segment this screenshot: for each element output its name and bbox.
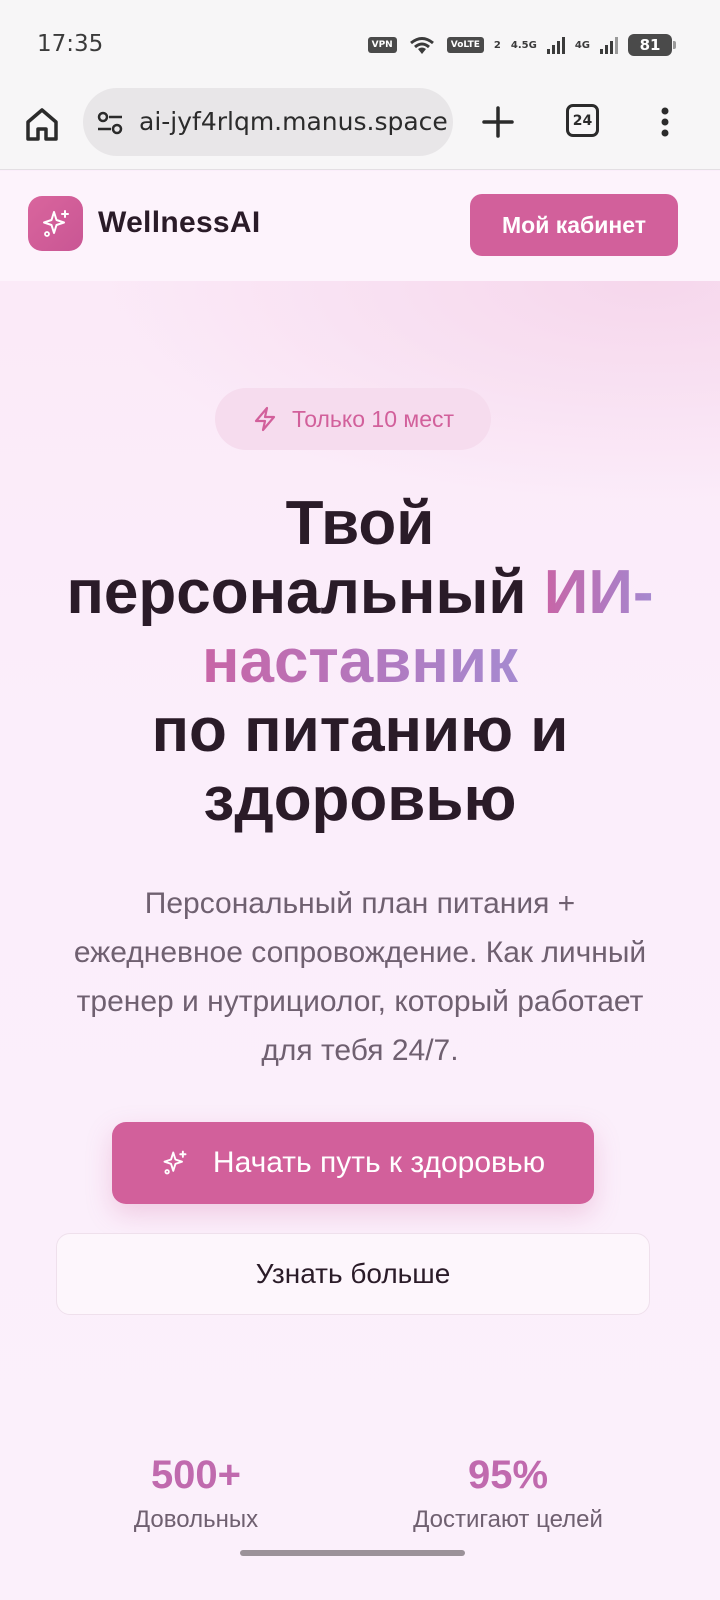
hero-title-accent-1: ИИ- xyxy=(543,558,654,627)
status-bar: 17:35 VPN VoLTE 2 4.5G 4G 81 xyxy=(0,0,720,88)
hero-subtitle: Персональный план питания + ежедневное с… xyxy=(73,887,647,1067)
plus-icon[interactable] xyxy=(478,102,518,142)
status-time: 17:35 xyxy=(37,31,104,57)
wifi-icon xyxy=(409,37,434,54)
learn-more-button[interactable]: Узнать больше xyxy=(56,1233,650,1315)
hero-title-line2: персональный xyxy=(66,558,544,627)
network-4-5g-label: 4.5G xyxy=(510,39,537,51)
more-vert-icon[interactable] xyxy=(650,102,680,142)
volte-label: VoLTE xyxy=(450,40,480,50)
network-4g-label: 4G xyxy=(574,39,590,51)
stat-goals: 95% Достигают целей xyxy=(388,1453,628,1534)
signal-icon-1 xyxy=(546,37,565,54)
site-header: WellnessAI Мой кабинет xyxy=(0,171,720,281)
browser-toolbar: ai-jyf4rlqm.manus.space 24 xyxy=(0,88,720,170)
hero-title: Твой персональный ИИ- наставник по питан… xyxy=(30,489,690,834)
badge-text: Только 10 мест xyxy=(291,405,455,432)
brand-name[interactable]: WellnessAI xyxy=(98,206,261,240)
stat-label: Достигают целей xyxy=(413,1506,603,1533)
stat-value: 500+ xyxy=(150,1453,242,1497)
stat-satisfied: 500+ Довольных xyxy=(76,1453,316,1534)
logo[interactable] xyxy=(28,196,83,251)
hero-title-line4: по питанию и xyxy=(151,696,569,765)
tab-count: 24 xyxy=(572,112,593,129)
hero-title-line5: здоровью xyxy=(203,765,517,834)
gesture-navigation-bar[interactable] xyxy=(240,1550,465,1556)
my-cabinet-button[interactable]: Мой кабинет xyxy=(470,194,678,256)
vpn-icon: VPN xyxy=(367,37,397,53)
limited-spots-badge: Только 10 мест xyxy=(215,388,491,450)
page-content: WellnessAI Мой кабинет Только 10 мест Тв… xyxy=(0,171,720,1600)
sparkles-icon xyxy=(42,209,69,237)
start-journey-label: Начать путь к здоровью xyxy=(212,1146,546,1179)
stat-value: 95% xyxy=(467,1453,549,1497)
status-icons: VPN VoLTE 2 4.5G 4G 81 xyxy=(367,34,676,56)
signal-icon-2 xyxy=(600,37,618,54)
url-text: ai-jyf4rlqm.manus.space xyxy=(139,107,448,136)
site-settings-icon[interactable] xyxy=(95,108,125,138)
volte-icon: VoLTE xyxy=(446,37,484,53)
home-icon[interactable] xyxy=(22,104,62,144)
hero-title-accent-2: наставник xyxy=(202,627,518,696)
learn-more-label: Узнать больше xyxy=(255,1258,451,1289)
tabs-icon[interactable]: 24 xyxy=(566,104,599,137)
volte-sim-label: 2 xyxy=(493,39,501,51)
start-journey-button[interactable]: Начать путь к здоровью xyxy=(112,1122,594,1204)
lightning-icon xyxy=(254,406,276,432)
sparkles-icon xyxy=(163,1150,187,1175)
hero-title-line1: Твой xyxy=(285,489,435,558)
address-bar[interactable]: ai-jyf4rlqm.manus.space xyxy=(83,88,453,156)
stat-label: Довольных xyxy=(133,1506,259,1533)
battery-icon: 81 xyxy=(628,34,676,56)
